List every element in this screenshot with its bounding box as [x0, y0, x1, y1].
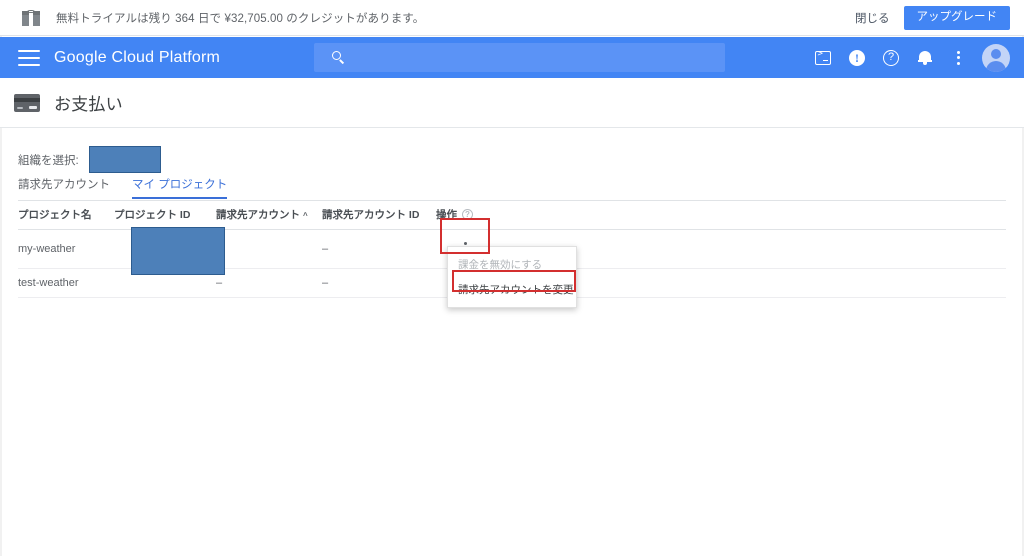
feedback-icon[interactable]: !	[840, 37, 874, 78]
help-icon[interactable]: ?	[874, 37, 908, 78]
cell-project-name: my-weather	[18, 229, 114, 269]
hamburger-menu-icon[interactable]	[18, 49, 40, 66]
credit-card-icon	[14, 93, 40, 112]
column-header-project-id[interactable]: プロジェクト ID	[114, 202, 216, 230]
tab-my-projects[interactable]: マイ プロジェクト	[132, 176, 228, 199]
cell-spacer	[526, 268, 1006, 298]
gift-icon	[22, 9, 40, 26]
cell-billing-account: –	[216, 229, 322, 269]
project-id-redaction	[131, 227, 225, 275]
menu-item-disable-billing: 課金を無効にする	[458, 259, 543, 271]
tab-billing-accounts[interactable]: 請求先アカウント	[18, 176, 110, 198]
search-input[interactable]	[355, 49, 695, 66]
column-header-spacer	[526, 202, 1006, 230]
close-banner-link[interactable]: 閉じる	[855, 10, 890, 26]
gcp-top-bar: Google Cloud Platform ! ?	[0, 37, 1024, 78]
organization-selector-value[interactable]	[88, 146, 161, 173]
row-actions-dropdown-menu: 課金を無効にする 請求先アカウントを変更	[447, 246, 577, 308]
column-header-project-name-label: プロジェクト名	[18, 209, 92, 221]
account-avatar[interactable]	[982, 43, 1010, 72]
cell-billing-account-id: –	[322, 268, 436, 298]
search-icon	[332, 51, 345, 64]
billing-page: 無料トライアルは残り 364 日で ¥32,705.00 のクレジットがあります…	[0, 0, 1024, 556]
top-bar-icon-group: ! ?	[806, 37, 1014, 78]
free-trial-banner: 無料トライアルは残り 364 日で ¥32,705.00 のクレジットがあります…	[0, 0, 1024, 36]
column-header-operations: 操作?	[436, 202, 526, 230]
banner-actions: 閉じる アップグレード	[855, 0, 1010, 36]
table-header-row: プロジェクト名 プロジェクト ID 請求先アカウント ^ 請求先アカウント ID …	[18, 202, 1006, 230]
gcp-brand-title[interactable]: Google Cloud Platform	[54, 49, 220, 67]
page-header: お支払い	[0, 78, 1024, 128]
column-header-billing-account-label: 請求先アカウント	[216, 209, 300, 221]
organization-selector: 組織を選択:	[18, 146, 161, 173]
menu-item-change-billing-account[interactable]: 請求先アカウントを変更	[448, 277, 576, 302]
operations-help-icon[interactable]: ?	[462, 209, 473, 220]
column-header-billing-account-id[interactable]: 請求先アカウント ID	[322, 202, 436, 230]
organization-selector-label: 組織を選択:	[18, 154, 79, 167]
cell-project-name: test-weather	[18, 268, 114, 298]
search-box[interactable]	[314, 43, 725, 72]
notifications-bell-icon[interactable]	[908, 37, 942, 78]
column-header-operations-label: 操作	[436, 209, 457, 221]
page-title: お支払い	[54, 95, 123, 114]
billing-tabs: 請求先アカウント マイ プロジェクト	[18, 176, 1006, 201]
column-header-billing-account-id-label: 請求先アカウント ID	[322, 209, 420, 221]
sort-ascending-icon: ^	[303, 211, 308, 220]
cell-spacer	[526, 229, 1006, 269]
upgrade-button[interactable]: アップグレード	[903, 5, 1010, 31]
cloud-shell-icon[interactable]	[806, 37, 840, 78]
column-header-project-id-label: プロジェクト ID	[114, 209, 191, 221]
column-header-project-name[interactable]: プロジェクト名	[18, 202, 114, 230]
column-header-billing-account[interactable]: 請求先アカウント ^	[216, 202, 322, 230]
trial-message: 無料トライアルは残り 364 日で ¥32,705.00 のクレジットがあります…	[56, 12, 425, 25]
cell-billing-account: –	[216, 268, 322, 298]
more-options-icon[interactable]	[942, 37, 976, 78]
cell-billing-account-id: –	[322, 229, 436, 269]
